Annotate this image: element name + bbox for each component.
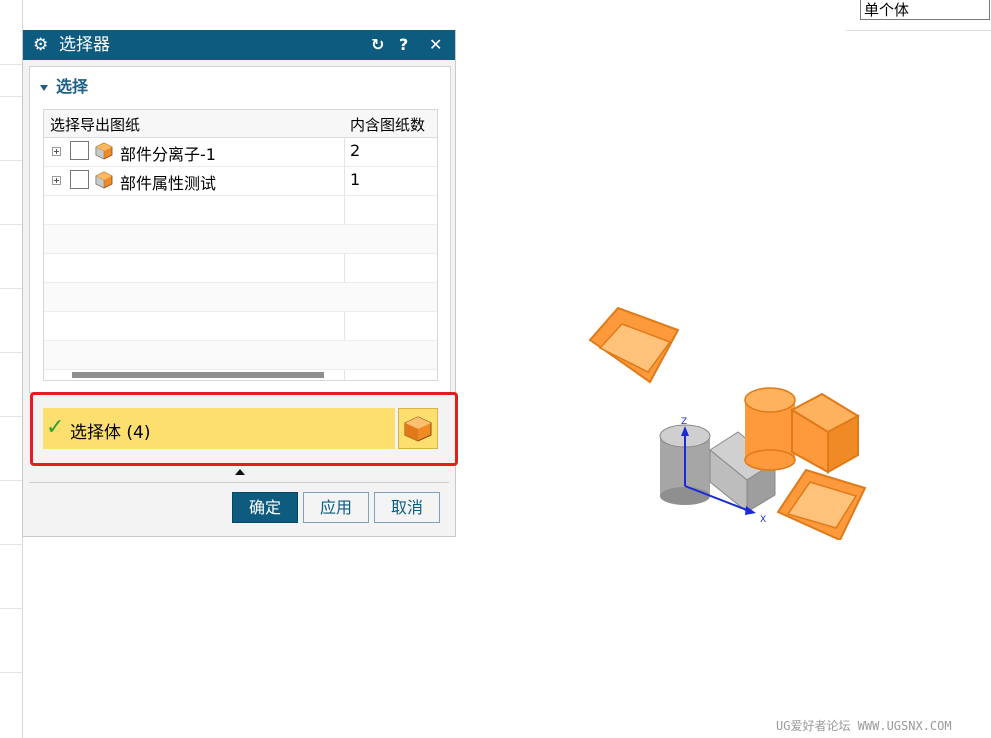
highlighted-box-2[interactable] xyxy=(789,392,861,474)
group-title: 选择 xyxy=(56,77,89,96)
highlighted-cylinder[interactable] xyxy=(744,387,796,471)
selector-dialog: ⚙ 选择器 ↻ ? ✕ 选择 选择导出图纸 内含图纸数 部件分离子-1 2 部件… xyxy=(22,30,458,537)
axis-x-label: X xyxy=(760,515,766,525)
select-body-bar[interactable]: ✓ 选择体 (4) xyxy=(43,408,395,449)
row-checkbox[interactable] xyxy=(70,141,89,160)
collapse-triangle-icon xyxy=(40,84,48,91)
cancel-button[interactable]: 取消 xyxy=(374,492,440,523)
empty-row xyxy=(44,283,437,312)
watermark: UG爱好者论坛 WWW.UGSNX.COM xyxy=(776,719,952,733)
horizontal-scrollbar[interactable] xyxy=(72,372,324,378)
column-header-count[interactable]: 内含图纸数 xyxy=(350,114,425,135)
empty-row xyxy=(44,196,437,225)
table-row[interactable]: 部件属性测试 1 xyxy=(44,167,437,196)
select-body-label: 选择体 (4) xyxy=(70,423,151,443)
empty-row xyxy=(44,225,437,254)
footer-divider xyxy=(29,482,449,483)
drawing-export-table: 选择导出图纸 内含图纸数 部件分离子-1 2 部件属性测试 1 xyxy=(43,109,438,381)
column-header-drawing[interactable]: 选择导出图纸 xyxy=(50,114,140,135)
part-name: 部件属性测试 xyxy=(120,174,217,193)
help-icon[interactable]: ? xyxy=(399,34,408,56)
dialog-titlebar: ⚙ 选择器 ↻ ? ✕ xyxy=(23,30,455,60)
close-icon[interactable]: ✕ xyxy=(429,34,442,56)
part-icon xyxy=(95,142,113,160)
highlighted-box-3[interactable] xyxy=(776,468,867,540)
solid-body-icon xyxy=(404,416,432,442)
axis-z-label: Z xyxy=(681,417,687,427)
group-header[interactable]: 选择 xyxy=(40,73,89,96)
part-icon xyxy=(95,171,113,189)
reset-icon[interactable]: ↻ xyxy=(371,34,384,56)
empty-row xyxy=(44,254,437,283)
dialog-title: 选择器 xyxy=(59,35,110,55)
part-name: 部件分离子-1 xyxy=(120,145,216,164)
table-header: 选择导出图纸 内含图纸数 xyxy=(44,110,437,138)
drawing-count: 2 xyxy=(350,141,361,160)
selection-group: 选择 选择导出图纸 内含图纸数 部件分离子-1 2 部件属性测试 1 xyxy=(29,66,451,393)
ok-button[interactable]: 确定 xyxy=(232,492,298,523)
gear-icon: ⚙ xyxy=(33,35,49,55)
drawing-count: 1 xyxy=(350,170,361,189)
expand-more-icon[interactable] xyxy=(235,469,245,475)
left-edge-panel xyxy=(0,0,23,738)
table-row[interactable]: 部件分离子-1 2 xyxy=(44,138,437,167)
empty-row xyxy=(44,341,437,370)
model-viewport[interactable]: Z X xyxy=(560,290,890,540)
empty-row xyxy=(44,312,437,341)
expand-icon[interactable] xyxy=(52,147,61,156)
checkmark-icon: ✓ xyxy=(46,415,65,440)
select-solid-button[interactable] xyxy=(398,408,438,449)
expand-icon[interactable] xyxy=(52,176,61,185)
apply-button[interactable]: 应用 xyxy=(303,492,369,523)
selection-filter-bar: 单个体 xyxy=(846,0,991,31)
highlighted-box-1[interactable] xyxy=(588,306,680,384)
type-filter-dropdown[interactable]: 单个体 xyxy=(860,0,990,20)
row-checkbox[interactable] xyxy=(70,170,89,189)
